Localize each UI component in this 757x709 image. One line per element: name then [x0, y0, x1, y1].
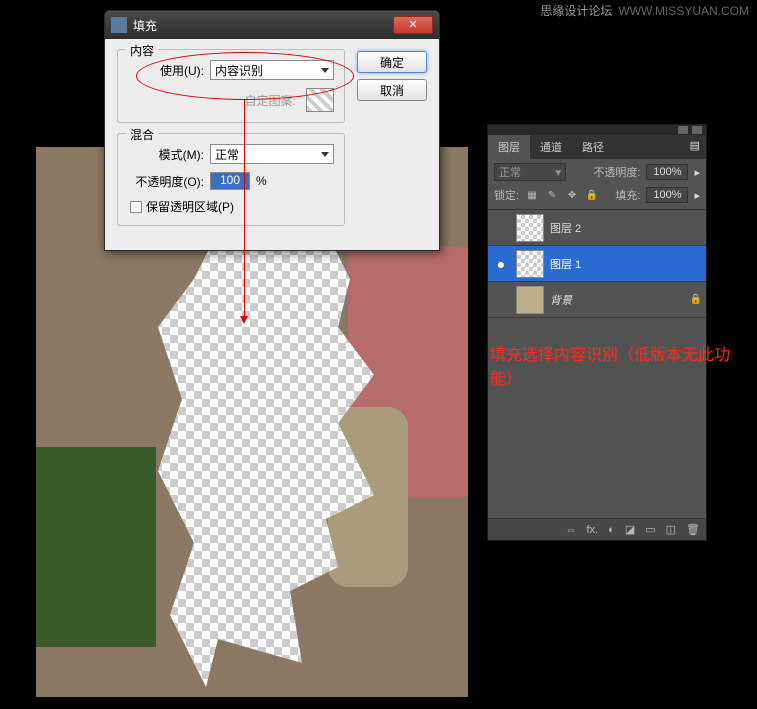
fill-label: 填充:	[615, 187, 640, 203]
layer-row[interactable]: 图层 2	[488, 210, 706, 246]
opacity-label: 不透明度:	[593, 164, 640, 180]
tab-layers[interactable]: 图层	[488, 135, 530, 159]
blend-mode-dropdown[interactable]: 正常▾	[494, 163, 566, 181]
layer-mask-icon[interactable]: ◐	[608, 524, 615, 536]
opacity-label: 不透明度(O):	[130, 173, 204, 190]
app-icon	[111, 17, 127, 33]
lock-position-icon[interactable]: ✥	[565, 188, 579, 202]
dialog-titlebar[interactable]: 填充 ✕	[105, 11, 439, 39]
annotation-arrow	[244, 100, 245, 318]
transparent-region	[146, 207, 386, 687]
layer-fill-input[interactable]: 100%	[646, 187, 688, 203]
tab-paths[interactable]: 路径	[572, 135, 614, 159]
blend-legend: 混合	[126, 126, 158, 143]
panel-tabs: 图层 通道 路径 ▤	[488, 135, 706, 159]
annotation-note: 填充选择内容识别（低版本无此功能）	[490, 344, 740, 392]
layer-group-icon[interactable]: ▭	[645, 523, 655, 536]
checkbox-icon	[130, 201, 142, 213]
bg-foliage	[36, 447, 156, 647]
close-button[interactable]: ✕	[393, 16, 433, 34]
tab-channels[interactable]: 通道	[530, 135, 572, 159]
opacity-unit: %	[256, 174, 267, 188]
layer-row[interactable]: 背景 🔒	[488, 282, 706, 318]
layer-name[interactable]: 图层 2	[550, 220, 702, 236]
ok-button[interactable]: 确定	[357, 51, 427, 73]
chevron-right-icon[interactable]: ▸	[694, 166, 700, 179]
panel-footer: ⇔ fx. ◐ ◪ ▭ ◫ 🗑	[488, 518, 706, 540]
visibility-toggle[interactable]: ●	[492, 256, 510, 272]
preserve-transparency-checkbox[interactable]: 保留透明区域(P)	[130, 198, 334, 215]
fill-dialog: 填充 ✕ 确定 取消 内容 使用(U): 内容识别 自定图案: 混合 模式(M)…	[104, 10, 440, 251]
watermark: 思缘设计论坛WWW.MISSYUAN.COM	[540, 2, 749, 19]
lock-label: 锁定:	[494, 187, 519, 203]
dialog-title: 填充	[133, 17, 393, 34]
lock-all-icon[interactable]: 🔒	[585, 188, 599, 202]
cancel-button[interactable]: 取消	[357, 79, 427, 101]
adjustment-layer-icon[interactable]: ◪	[625, 523, 635, 536]
delete-layer-icon[interactable]: 🗑	[686, 523, 700, 536]
chevron-down-icon	[321, 152, 329, 157]
layer-name[interactable]: 图层 1	[550, 256, 702, 272]
layer-row[interactable]: ● 图层 1	[488, 246, 706, 282]
chevron-right-icon[interactable]: ▸	[694, 189, 700, 202]
lock-paint-icon[interactable]: ✎	[545, 188, 559, 202]
mode-dropdown[interactable]: 正常	[210, 144, 334, 164]
collapse-icon	[678, 126, 688, 134]
layers-panel: 图层 通道 路径 ▤ 正常▾ 不透明度: 100% ▸ 锁定: ▦ ✎ ✥ 🔒 …	[487, 124, 707, 541]
layer-thumbnail[interactable]	[516, 286, 544, 314]
mode-label: 模式(M):	[130, 146, 204, 163]
panel-menu-icon[interactable]: ▤	[684, 135, 706, 159]
panel-collapse-bar[interactable]	[488, 125, 706, 135]
new-layer-icon[interactable]: ◫	[666, 523, 676, 536]
content-legend: 内容	[126, 42, 158, 59]
link-layers-icon[interactable]: ⇔	[566, 524, 577, 536]
layer-fx-icon[interactable]: fx.	[587, 524, 599, 536]
close-icon	[692, 126, 702, 134]
layer-list: 图层 2 ● 图层 1 背景 🔒	[488, 210, 706, 318]
layer-thumbnail[interactable]	[516, 250, 544, 278]
layer-thumbnail[interactable]	[516, 214, 544, 242]
layer-opacity-input[interactable]: 100%	[646, 164, 688, 180]
lock-transparent-icon[interactable]: ▦	[525, 188, 539, 202]
lock-icon: 🔒	[690, 294, 702, 305]
arrow-head-icon	[240, 316, 248, 324]
annotation-oval	[136, 52, 354, 100]
layer-name[interactable]: 背景	[550, 292, 684, 308]
